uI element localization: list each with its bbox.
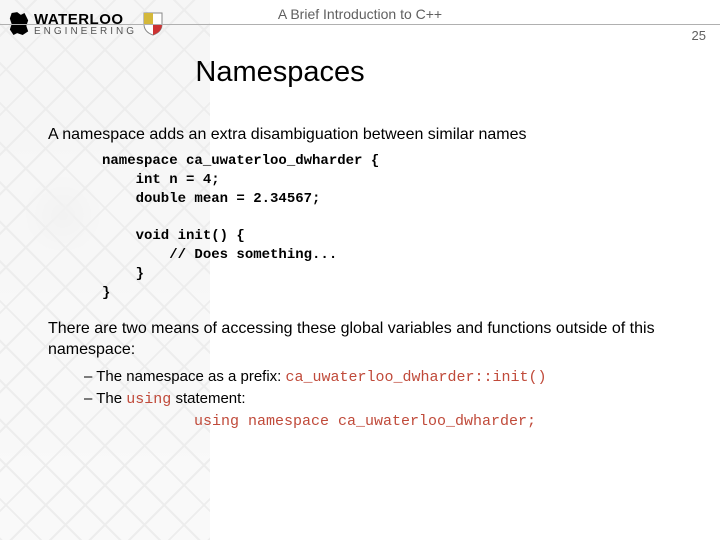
bullet-list: The namespace as a prefix: ca_uwaterloo_… — [84, 367, 678, 432]
list-item: The using statement: using namespace ca_… — [84, 389, 678, 431]
code-block: namespace ca_uwaterloo_dwharder { int n … — [102, 152, 678, 303]
bullet-text: The — [96, 390, 126, 407]
content: A namespace adds an extra disambiguation… — [0, 89, 720, 431]
bullet-text: The namespace as a prefix: — [96, 368, 285, 385]
inline-code: ca_uwaterloo_dwharder::init() — [286, 369, 547, 386]
bullet-text-after: statement: — [171, 390, 245, 407]
second-paragraph: There are two means of accessing these g… — [48, 319, 678, 361]
inline-code: using — [126, 391, 171, 408]
logo-text-bottom: ENGINEERING — [34, 27, 137, 37]
header-rule — [0, 24, 720, 25]
header: WATERLOO ENGINEERING A Brief Introductio… — [0, 0, 720, 48]
page-number: 25 — [692, 28, 706, 43]
document-title: A Brief Introduction to C++ — [0, 6, 720, 22]
slide-title: Namespaces — [0, 56, 720, 89]
code-line: using namespace ca_uwaterloo_dwharder; — [194, 412, 678, 432]
list-item: The namespace as a prefix: ca_uwaterloo_… — [84, 367, 678, 388]
intro-paragraph: A namespace adds an extra disambiguation… — [48, 125, 678, 146]
